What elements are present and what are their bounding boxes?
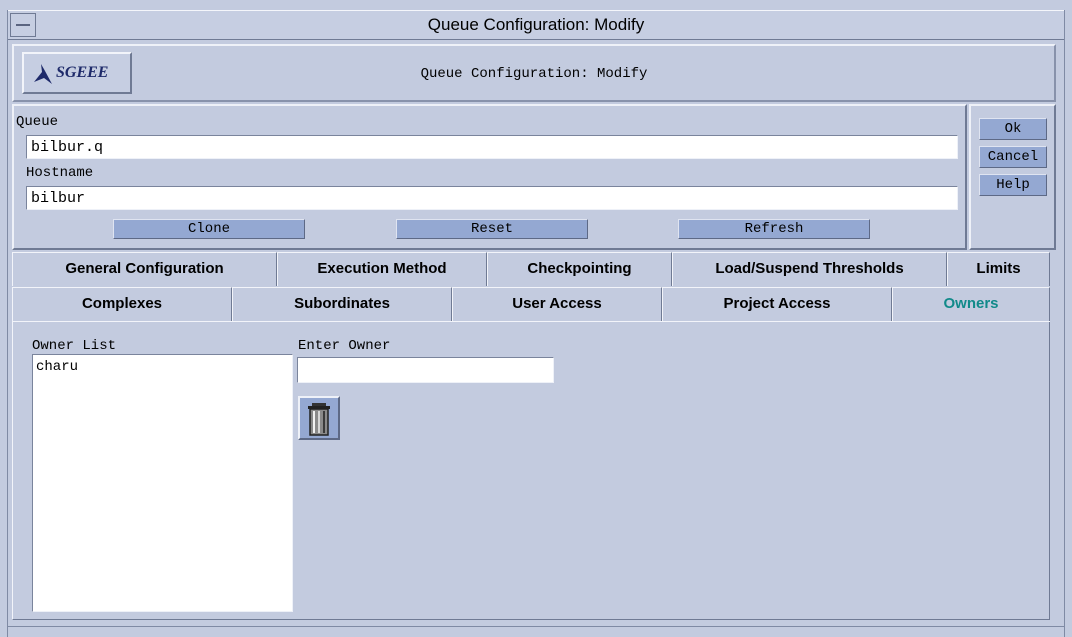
hostname-field[interactable]: bilbur (26, 186, 958, 210)
tab-load-suspend-thresholds[interactable]: Load/Suspend Thresholds (672, 252, 947, 286)
cancel-button[interactable]: Cancel (979, 146, 1047, 168)
tab-checkpointing[interactable]: Checkpointing (487, 252, 672, 286)
hostname-label: Hostname (26, 165, 94, 181)
clone-button[interactable]: Clone (113, 219, 305, 239)
reset-button[interactable]: Reset (396, 219, 588, 239)
queue-field[interactable]: bilbur.q (26, 135, 958, 159)
action-panel: Ok Cancel Help (969, 104, 1056, 250)
title-bar: Queue Configuration: Modify (8, 10, 1064, 40)
tab-user-access[interactable]: User Access (452, 287, 662, 321)
owner-list-label: Owner List (32, 338, 117, 354)
window-frame-bottom (8, 626, 1064, 637)
window-title: Queue Configuration: Modify (427, 15, 645, 34)
trash-icon (308, 403, 330, 436)
window-frame-left (0, 10, 8, 637)
tab-project-access[interactable]: Project Access (662, 287, 892, 321)
list-item[interactable]: charu (36, 359, 289, 375)
tab-limits[interactable]: Limits (947, 252, 1050, 286)
tab-general-configuration[interactable]: General Configuration (12, 252, 277, 286)
tab-subordinates[interactable]: Subordinates (232, 287, 452, 321)
delete-button[interactable] (298, 396, 340, 440)
header-panel: SGEEE Queue Configuration: Modify (12, 44, 1056, 102)
tab-complexes[interactable]: Complexes (12, 287, 232, 321)
refresh-button[interactable]: Refresh (678, 219, 870, 239)
header-title: Queue Configuration: Modify (420, 66, 648, 82)
queue-label: Queue (16, 114, 59, 130)
tab-row-2: Complexes Subordinates User Access Proje… (12, 287, 1050, 322)
ok-button[interactable]: Ok (979, 118, 1047, 140)
enter-owner-field[interactable] (297, 357, 554, 383)
tab-owners[interactable]: Owners (892, 287, 1050, 321)
tab-execution-method[interactable]: Execution Method (277, 252, 487, 286)
enter-owner-label: Enter Owner (298, 338, 391, 354)
help-button[interactable]: Help (979, 174, 1047, 196)
tab-row-1: General Configuration Execution Method C… (12, 252, 1050, 286)
queue-config-window: Queue Configuration: Modify SGEEE Queue … (0, 0, 1072, 637)
owner-list[interactable]: charu (32, 354, 293, 612)
window-frame-right (1064, 10, 1072, 637)
